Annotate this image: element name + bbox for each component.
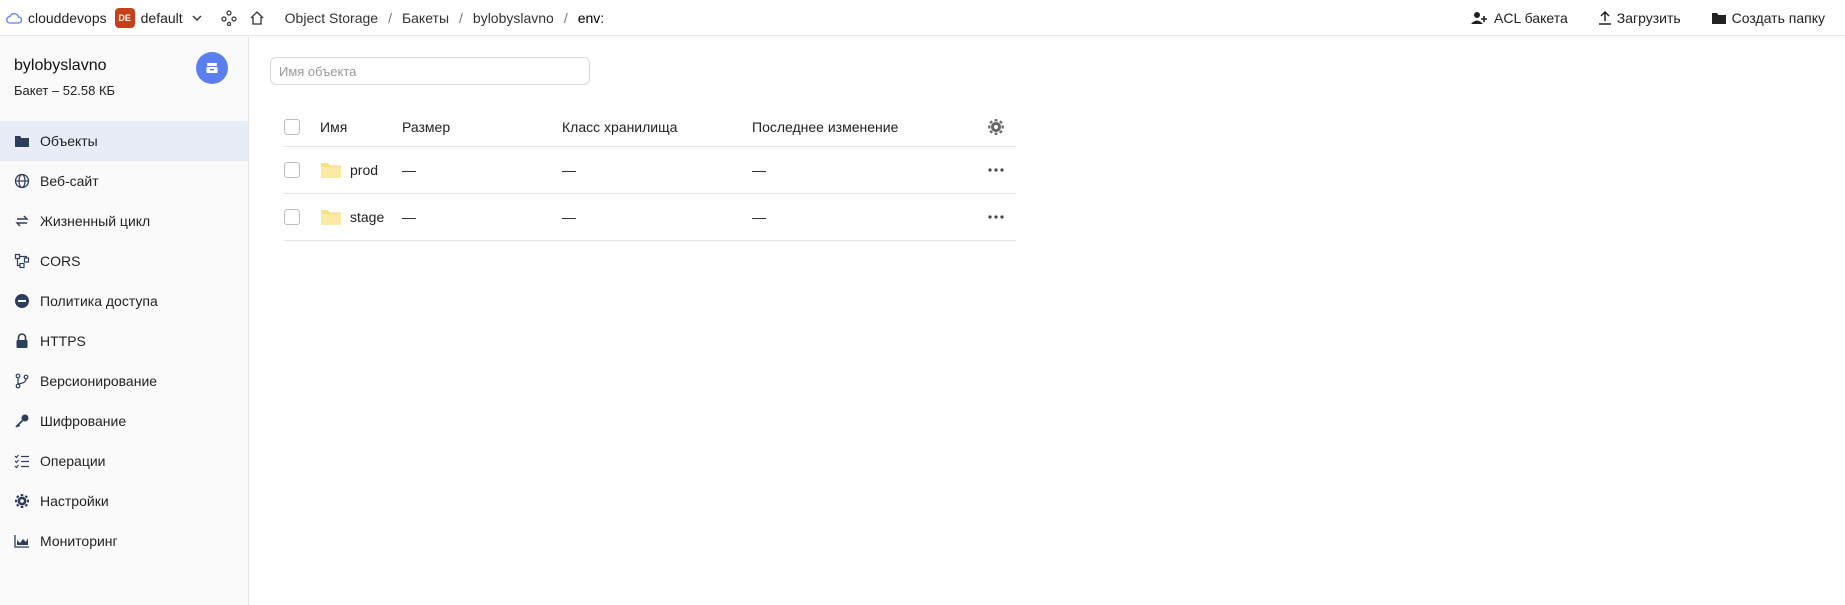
- home-button[interactable]: [245, 6, 269, 30]
- key-icon: [14, 413, 30, 429]
- folder-icon: [321, 210, 341, 225]
- select-all-checkbox[interactable]: [284, 118, 300, 135]
- folder-icon: [321, 163, 341, 178]
- chevron-down-icon: [192, 15, 202, 21]
- row-actions-button[interactable]: [988, 168, 1004, 172]
- chart-icon: [14, 533, 30, 549]
- sidebar-item-label: Мониторинг: [40, 533, 118, 549]
- home-icon: [250, 10, 264, 25]
- sidebar-item-label: Веб-сайт: [40, 173, 99, 189]
- folder-selector[interactable]: DE default: [107, 7, 203, 28]
- sidebar-item-access-policy[interactable]: Политика доступа: [0, 281, 248, 321]
- sidebar-item-lifecycle[interactable]: Жизненный цикл: [0, 201, 248, 241]
- sidebar-item-versioning[interactable]: Версионирование: [0, 361, 248, 401]
- create-folder-button[interactable]: Создать папку: [1711, 10, 1825, 26]
- cors-icon: [14, 253, 30, 269]
- breadcrumb-separator: /: [459, 9, 463, 26]
- upload-label: Загрузить: [1616, 9, 1681, 26]
- upload-icon: [1598, 10, 1611, 25]
- branch-icon: [14, 373, 30, 389]
- sidebar-item-label: Жизненный цикл: [40, 213, 151, 229]
- sidebar-item-label: Версионирование: [40, 373, 158, 389]
- sidebar-item-label: CORS: [40, 253, 81, 269]
- sidebar-item-objects[interactable]: Объекты: [0, 121, 248, 161]
- bucket-avatar: [196, 52, 228, 84]
- breadcrumb-bucket[interactable]: bylobyslavno: [473, 10, 554, 26]
- breadcrumb-object-storage[interactable]: Object Storage: [285, 10, 378, 26]
- breadcrumb-separator: /: [388, 9, 392, 26]
- sidebar: bylobyslavno Бакет – 52.58 КБ Объекты Ве…: [0, 37, 249, 605]
- breadcrumb-current: env:: [577, 9, 605, 26]
- sidebar-item-label: HTTPS: [40, 333, 86, 349]
- object-name[interactable]: stage: [350, 209, 384, 225]
- cloud-selector[interactable]: clouddevops: [6, 10, 107, 26]
- table-row[interactable]: prod — — —: [284, 147, 1016, 194]
- acl-button[interactable]: ACL бакета: [1471, 10, 1568, 26]
- column-name[interactable]: Имя: [320, 119, 402, 135]
- gear-icon: [988, 118, 1004, 135]
- folder-plus-icon: [1711, 12, 1726, 24]
- nodes-icon: [221, 9, 237, 26]
- row-checkbox[interactable]: [284, 209, 300, 225]
- column-modified[interactable]: Последнее изменение: [752, 119, 976, 135]
- object-modified: —: [752, 162, 766, 178]
- bucket-meta: Бакет – 52.58 КБ: [14, 83, 116, 98]
- sidebar-item-https[interactable]: HTTPS: [0, 321, 248, 361]
- cloud-icon: [6, 12, 22, 24]
- sidebar-item-label: Настройки: [40, 493, 109, 509]
- column-storage-class[interactable]: Класс хранилища: [562, 119, 752, 135]
- column-size[interactable]: Размер: [402, 119, 562, 135]
- breadcrumb-buckets[interactable]: Бакеты: [402, 10, 449, 26]
- breadcrumb-separator: /: [563, 9, 568, 26]
- sidebar-item-cors[interactable]: CORS: [0, 241, 248, 281]
- folder-badge: DE: [114, 7, 135, 28]
- folder-name: default: [140, 9, 183, 26]
- top-bar: clouddevops DE default Object Storage /: [0, 0, 1845, 36]
- sidebar-item-operations[interactable]: Операции: [0, 441, 248, 481]
- object-modified: —: [752, 209, 766, 225]
- bucket-header: bylobyslavno Бакет – 52.58 КБ: [0, 37, 248, 121]
- row-checkbox[interactable]: [284, 162, 300, 178]
- gear-icon: [14, 493, 30, 509]
- lock-icon: [14, 333, 30, 349]
- users-icon: [1471, 11, 1487, 24]
- upload-button[interactable]: Загрузить: [1598, 10, 1681, 26]
- sidebar-item-website[interactable]: Веб-сайт: [0, 161, 248, 201]
- object-size: —: [402, 209, 416, 225]
- create-folder-label: Создать папку: [1731, 9, 1825, 26]
- minus-circle-icon: [14, 293, 30, 309]
- breadcrumb: Object Storage / Бакеты / bylobyslavno /…: [285, 10, 605, 26]
- table-row[interactable]: stage — — —: [284, 194, 1016, 241]
- object-name[interactable]: prod: [350, 162, 378, 178]
- folder-icon: [14, 133, 30, 149]
- table-settings-button[interactable]: [987, 118, 1005, 136]
- sidebar-item-label: Шифрование: [40, 413, 127, 429]
- bucket-icon: [206, 63, 218, 73]
- sidebar-item-label: Объекты: [40, 133, 98, 149]
- sidebar-nav: Объекты Веб-сайт Жизненный цикл CORS Пол…: [0, 121, 248, 561]
- checklist-icon: [14, 453, 30, 469]
- more-icon: [988, 215, 1004, 219]
- sidebar-item-label: Операции: [40, 453, 106, 469]
- objects-table: Имя Размер Класс хранилища Последнее изм…: [284, 107, 1016, 241]
- sidebar-item-monitoring[interactable]: Мониторинг: [0, 521, 248, 561]
- search-input[interactable]: [270, 57, 590, 85]
- sidebar-item-label: Политика доступа: [40, 293, 158, 309]
- sidebar-item-encryption[interactable]: Шифрование: [0, 401, 248, 441]
- more-icon: [988, 168, 1004, 172]
- table-header: Имя Размер Класс хранилища Последнее изм…: [284, 107, 1016, 147]
- services-icon[interactable]: [217, 6, 241, 30]
- object-storage-class: —: [562, 162, 576, 178]
- main-content: Имя Размер Класс хранилища Последнее изм…: [250, 37, 1845, 605]
- globe-icon: [14, 173, 30, 189]
- object-size: —: [402, 162, 416, 178]
- acl-label: ACL бакета: [1494, 9, 1568, 26]
- row-actions-button[interactable]: [988, 215, 1004, 219]
- object-storage-class: —: [562, 209, 576, 225]
- cycle-icon: [14, 213, 30, 229]
- cloud-name: clouddevops: [28, 9, 107, 26]
- sidebar-item-settings[interactable]: Настройки: [0, 481, 248, 521]
